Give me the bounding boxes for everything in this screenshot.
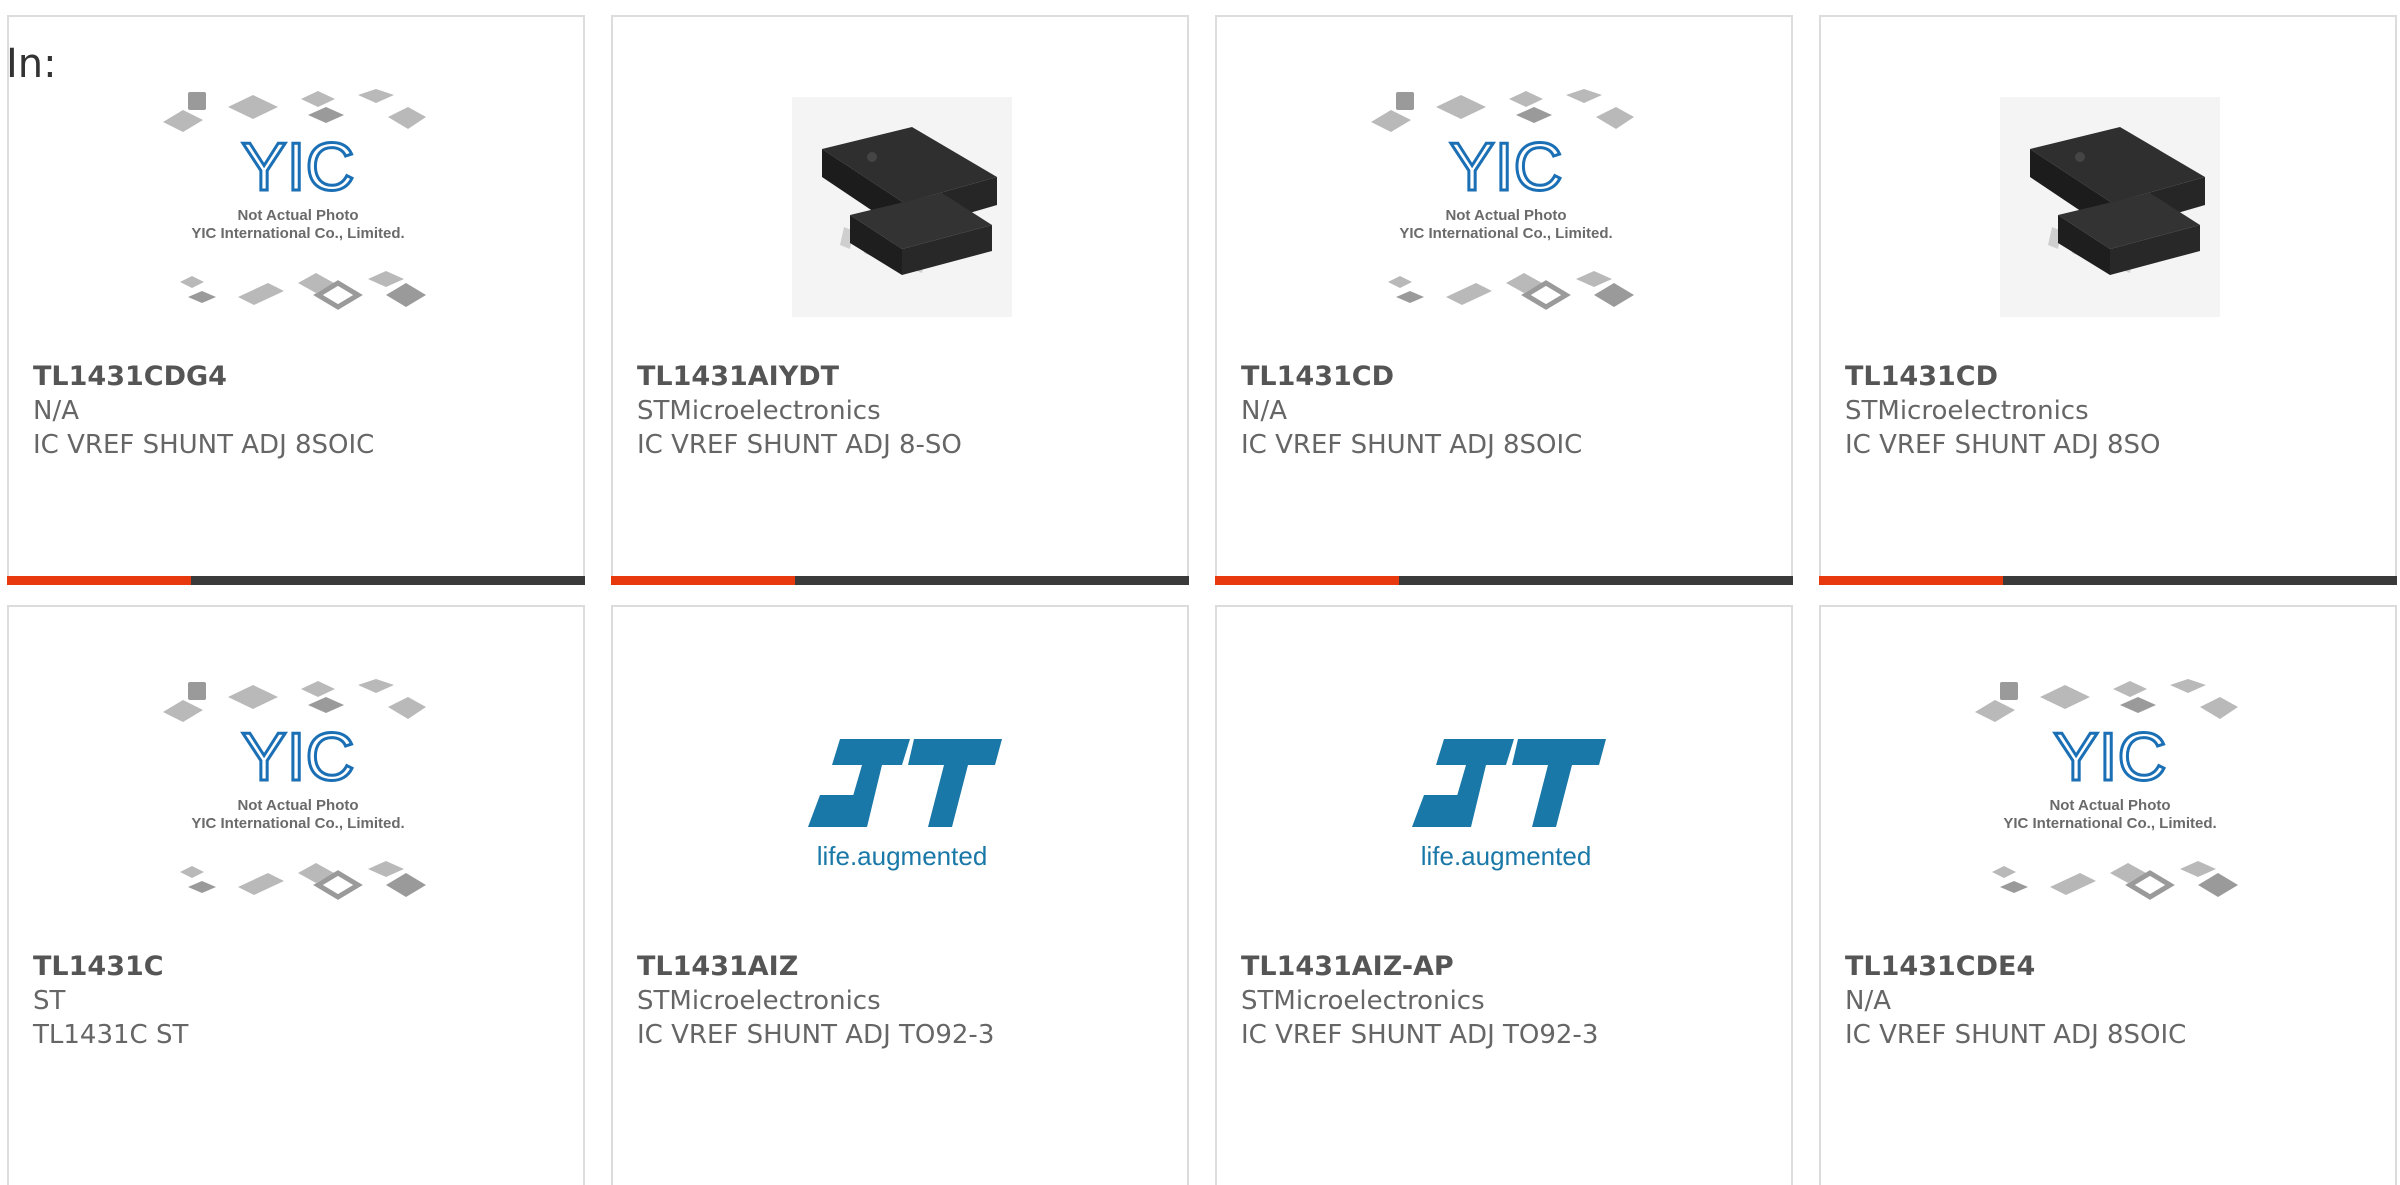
description: TL1431C ST — [33, 1020, 189, 1050]
part-number[interactable]: TL1431AIZ-AP — [1241, 949, 1781, 984]
manufacturer: STMicroelectronics — [637, 986, 881, 1016]
yic-placeholder-image: YIC Not Actual PhotoYIC International Co.… — [163, 679, 426, 900]
soic-8-chip-image — [792, 97, 1012, 317]
filter-label: In: — [6, 41, 57, 87]
card-bottom-bar — [7, 576, 585, 585]
yic-logo: YIC — [241, 129, 354, 205]
placeholder-note: Not Actual Photo — [1445, 207, 1566, 224]
st-tagline: life.augmented — [817, 841, 988, 871]
placeholder-note: Not Actual Photo — [2049, 797, 2170, 814]
manufacturer: STMicroelectronics — [1845, 396, 2089, 426]
product-card[interactable]: life.augmented TL1431AIZ STMicroelectron… — [611, 605, 1189, 1185]
product-image[interactable]: YIC Not Actual Photo YIC International Co.… — [33, 647, 563, 947]
card-bottom-bar — [611, 576, 1189, 585]
manufacturer: STMicroelectronics — [637, 396, 881, 426]
description: IC VREF SHUNT ADJ 8SO — [1845, 430, 2161, 460]
product-card[interactable]: YIC Not Actual Photo YIC International Co.… — [1215, 15, 1793, 585]
placeholder-company: YIC International Co., Limited. — [2003, 815, 2216, 832]
product-image[interactable]: YIC Not Actual Photo YIC International Co.… — [33, 57, 563, 357]
part-number[interactable]: TL1431AIZ — [637, 949, 1177, 984]
yic-placeholder-image: YIC Not Actual PhotoYIC International Co.… — [163, 89, 426, 310]
soic-8-chip-image — [2000, 97, 2220, 317]
placeholder-note: Not Actual Photo — [237, 207, 358, 224]
description: IC VREF SHUNT ADJ 8SOIC — [33, 430, 375, 460]
product-image[interactable] — [637, 57, 1167, 357]
manufacturer: ST — [33, 986, 66, 1016]
part-number[interactable]: TL1431C — [33, 949, 573, 984]
product-image[interactable] — [1845, 57, 2375, 357]
st-tagline: life.augmented — [1421, 841, 1592, 871]
product-card[interactable]: YIC Not Actual Photo YIC International Co.… — [7, 605, 585, 1185]
description: IC VREF SHUNT ADJ 8SOIC — [1845, 1020, 2187, 1050]
yic-placeholder-image: YIC Not Actual PhotoYIC International Co.… — [1975, 679, 2238, 900]
product-card[interactable]: YIC Not Actual Photo YIC International Co.… — [1819, 605, 2397, 1185]
card-bottom-bar — [1215, 576, 1793, 585]
part-number[interactable]: TL1431CDG4 — [33, 359, 573, 394]
manufacturer: N/A — [1241, 396, 1287, 426]
yic-placeholder-image: YIC Not Actual PhotoYIC International Co.… — [1371, 89, 1634, 310]
product-image[interactable]: YIC Not Actual Photo YIC International Co.… — [1845, 647, 2375, 947]
yic-logo: YIC — [241, 719, 354, 795]
st-logo-image: life.augmented — [808, 739, 1002, 871]
description: IC VREF SHUNT ADJ TO92-3 — [1241, 1020, 1599, 1050]
product-card[interactable]: TL1431CD STMicroelectronics IC VREF SHUN… — [1819, 15, 2397, 585]
description: IC VREF SHUNT ADJ 8SOIC — [1241, 430, 1583, 460]
yic-logo: YIC — [2053, 719, 2166, 795]
part-number[interactable]: TL1431CD — [1845, 359, 2385, 394]
manufacturer: N/A — [33, 396, 79, 426]
card-bottom-bar — [1819, 576, 2397, 585]
part-number[interactable]: TL1431CD — [1241, 359, 1781, 394]
product-card[interactable]: YIC Not Actual Photo YIC International Co.… — [7, 15, 585, 585]
description: IC VREF SHUNT ADJ TO92-3 — [637, 1020, 995, 1050]
product-image[interactable]: life.augmented — [1241, 647, 1771, 947]
manufacturer: STMicroelectronics — [1241, 986, 1485, 1016]
product-grid: YIC Not Actual Photo YIC International Co.… — [0, 0, 2400, 1185]
part-number[interactable]: TL1431CDE4 — [1845, 949, 2385, 984]
product-image[interactable]: life.augmented — [637, 647, 1167, 947]
placeholder-company: YIC International Co., Limited. — [191, 815, 404, 832]
product-card[interactable]: TL1431AIYDT STMicroelectronics IC VREF S… — [611, 15, 1189, 585]
placeholder-company: YIC International Co., Limited. — [191, 225, 404, 242]
st-logo-image: life.augmented — [1412, 739, 1606, 871]
manufacturer: N/A — [1845, 986, 1891, 1016]
part-number[interactable]: TL1431AIYDT — [637, 359, 1177, 394]
yic-logo: YIC — [1449, 129, 1562, 205]
placeholder-note: Not Actual Photo — [237, 797, 358, 814]
product-image[interactable]: YIC Not Actual Photo YIC International Co.… — [1241, 57, 1771, 357]
placeholder-company: YIC International Co., Limited. — [1399, 225, 1612, 242]
description: IC VREF SHUNT ADJ 8-SO — [637, 430, 962, 460]
product-card[interactable]: life.augmented TL1431AIZ-AP STMicroelect… — [1215, 605, 1793, 1185]
